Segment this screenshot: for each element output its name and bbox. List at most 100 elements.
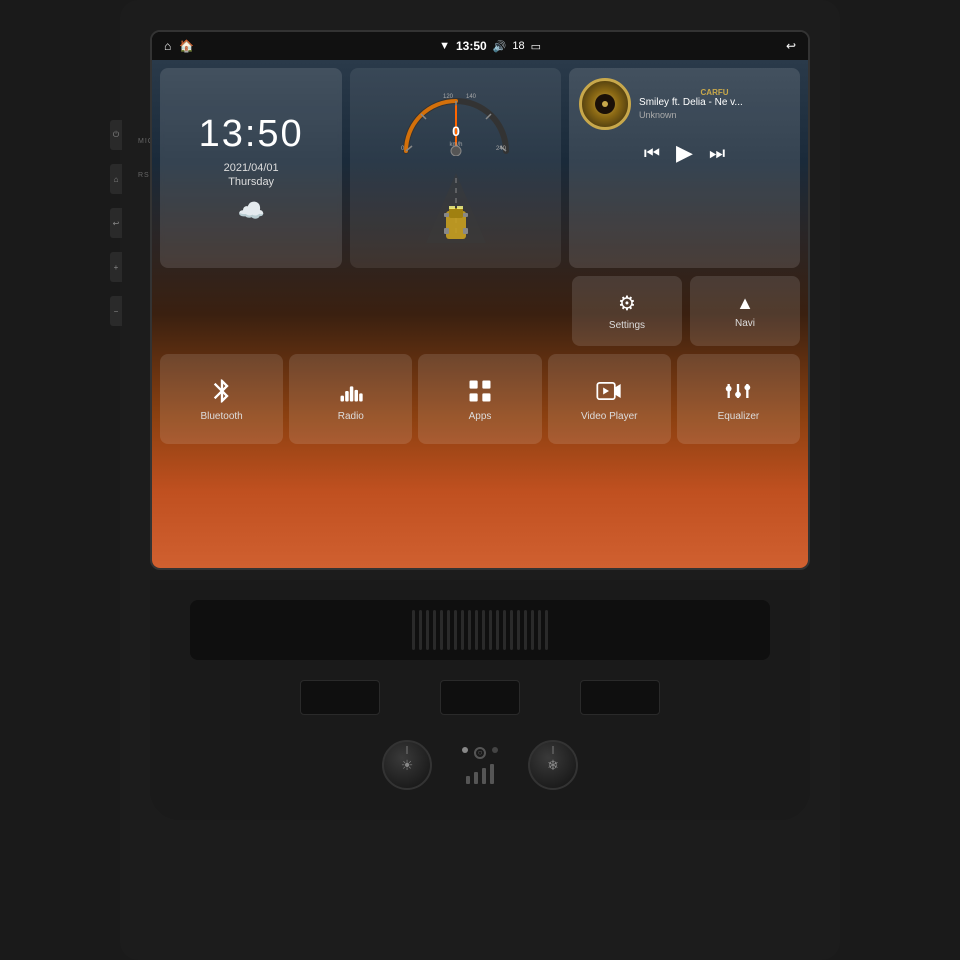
top-row: 13:50 2021/04/01 Thursday ☁️ bbox=[160, 68, 800, 268]
control-buttons-row bbox=[300, 680, 660, 715]
vent-slot bbox=[517, 610, 520, 650]
settings-label: Settings bbox=[609, 320, 645, 331]
radio-button[interactable]: Radio bbox=[289, 354, 412, 444]
speedometer-gauge: 0 120 240 140 0 km/h bbox=[391, 76, 521, 156]
music-controls: ⏮ ▶ ⏭ bbox=[579, 140, 790, 166]
status-center: ▼ 13:50 🔊 18 ▭ bbox=[439, 39, 541, 53]
music-title: Smiley ft. Delia - Ne v... bbox=[639, 97, 790, 108]
equalizer-icon bbox=[724, 377, 752, 405]
music-widget: CARFU Smiley ft. Delia - Ne v... Unknown… bbox=[569, 68, 800, 268]
music-info-row: CARFU Smiley ft. Delia - Ne v... Unknown bbox=[579, 78, 790, 130]
fan-dot-1 bbox=[462, 747, 468, 753]
battery-value: 18 bbox=[512, 40, 524, 52]
clock-widget: 13:50 2021/04/01 Thursday ☁️ bbox=[160, 68, 342, 268]
fan-indicators: ○ bbox=[462, 747, 498, 784]
album-dot bbox=[602, 101, 608, 107]
settings-row: ⚙ Settings ▲ Navi bbox=[160, 276, 800, 346]
main-screen: ⌂ 🏠 ▼ 13:50 🔊 18 ▭ ↩ bbox=[150, 30, 810, 570]
svg-text:240: 240 bbox=[496, 146, 507, 152]
album-inner bbox=[595, 94, 615, 114]
vent-slot bbox=[489, 610, 492, 650]
vent-area bbox=[190, 600, 770, 660]
settings-icon: ⚙ bbox=[618, 291, 636, 316]
vent-slot bbox=[475, 610, 478, 650]
vent-slot bbox=[461, 610, 464, 650]
vent-slot bbox=[468, 610, 471, 650]
app-row: Bluetooth Radio bbox=[160, 354, 800, 444]
status-bar: ⌂ 🏠 ▼ 13:50 🔊 18 ▭ ↩ bbox=[152, 32, 808, 60]
climate-knob-area: ☀ ○ bbox=[382, 740, 578, 790]
vent-slot bbox=[447, 610, 450, 650]
vent-slot bbox=[440, 610, 443, 650]
clock-minutes: 50 bbox=[257, 113, 303, 155]
fan-bar-3 bbox=[482, 768, 486, 784]
wifi-icon: ▼ bbox=[439, 40, 450, 52]
fan-mode-dots: ○ bbox=[462, 747, 498, 759]
status-time: 13:50 bbox=[456, 39, 487, 53]
svg-text:km/h: km/h bbox=[449, 142, 462, 148]
apps-button[interactable]: Apps bbox=[418, 354, 541, 444]
prev-button[interactable]: ⏮ bbox=[644, 143, 660, 164]
apps-label: Apps bbox=[469, 411, 492, 422]
album-art bbox=[579, 78, 631, 130]
svg-text:0: 0 bbox=[452, 123, 460, 139]
fan-speed-bars bbox=[466, 764, 494, 784]
video-icon bbox=[595, 377, 623, 405]
climate-control-1[interactable] bbox=[300, 680, 380, 715]
launcher-icon[interactable]: 🏠 bbox=[179, 39, 194, 53]
bluetooth-button[interactable]: Bluetooth bbox=[160, 354, 283, 444]
vent-slot bbox=[524, 610, 527, 650]
climate-control-2[interactable] bbox=[440, 680, 520, 715]
vent-slot bbox=[419, 610, 422, 650]
controls-panel: ☀ ○ bbox=[190, 680, 770, 790]
weather-icon: ☁️ bbox=[237, 198, 264, 224]
vent-slot bbox=[412, 610, 415, 650]
vent-slot bbox=[538, 610, 541, 650]
knob-tick bbox=[406, 746, 408, 754]
bluetooth-icon bbox=[208, 377, 236, 405]
video-player-label: Video Player bbox=[581, 411, 638, 422]
vent-slot bbox=[454, 610, 457, 650]
vent-slot bbox=[510, 610, 513, 650]
settings-button[interactable]: ⚙ Settings bbox=[572, 276, 682, 346]
power-button[interactable]: ⏻ bbox=[110, 120, 122, 150]
navi-button[interactable]: ▲ Navi bbox=[690, 276, 800, 346]
fan-knob-right[interactable]: ❄ bbox=[528, 740, 578, 790]
carfu-logo: CARFU bbox=[639, 88, 790, 97]
vol-down-button[interactable]: − bbox=[110, 296, 122, 326]
play-button[interactable]: ▶ bbox=[676, 140, 693, 166]
apps-icon bbox=[466, 377, 494, 405]
clock-date: 2021/04/01 bbox=[224, 162, 279, 174]
back-icon[interactable]: ↩ bbox=[786, 39, 796, 53]
vent-slot bbox=[531, 610, 534, 650]
vent-slot bbox=[482, 610, 485, 650]
car-panel: ☀ ○ bbox=[150, 580, 810, 820]
fan-bar-1 bbox=[466, 776, 470, 784]
main-content: 13:50 2021/04/01 Thursday ☁️ bbox=[152, 60, 808, 568]
fan-symbol: ○ bbox=[474, 747, 486, 759]
climate-control-3[interactable] bbox=[580, 680, 660, 715]
back-side-button[interactable]: ↩ bbox=[110, 208, 122, 238]
home-icon[interactable]: ⌂ bbox=[164, 39, 171, 53]
equalizer-button[interactable]: Equalizer bbox=[677, 354, 800, 444]
fan-dot-2 bbox=[492, 747, 498, 753]
video-player-button[interactable]: Video Player bbox=[548, 354, 671, 444]
radio-icon bbox=[337, 377, 365, 405]
svg-text:120: 120 bbox=[443, 94, 454, 100]
side-buttons: ⏻ ⌂ ↩ + − bbox=[110, 120, 122, 326]
temp-knob-left[interactable]: ☀ bbox=[382, 740, 432, 790]
car-road bbox=[358, 156, 553, 260]
vent-slot bbox=[426, 610, 429, 650]
bluetooth-label: Bluetooth bbox=[200, 411, 242, 422]
clock-display: 13:50 bbox=[199, 113, 304, 156]
music-artist: Unknown bbox=[639, 110, 790, 120]
next-button[interactable]: ⏭ bbox=[709, 143, 725, 164]
svg-text:140: 140 bbox=[466, 94, 477, 100]
vent-slot bbox=[545, 610, 548, 650]
vent-slot bbox=[503, 610, 506, 650]
fan-bar-2 bbox=[474, 772, 478, 784]
home-side-button[interactable]: ⌂ bbox=[110, 164, 122, 194]
navi-label: Navi bbox=[735, 318, 755, 329]
equalizer-label: Equalizer bbox=[718, 411, 760, 422]
vol-up-button[interactable]: + bbox=[110, 252, 122, 282]
